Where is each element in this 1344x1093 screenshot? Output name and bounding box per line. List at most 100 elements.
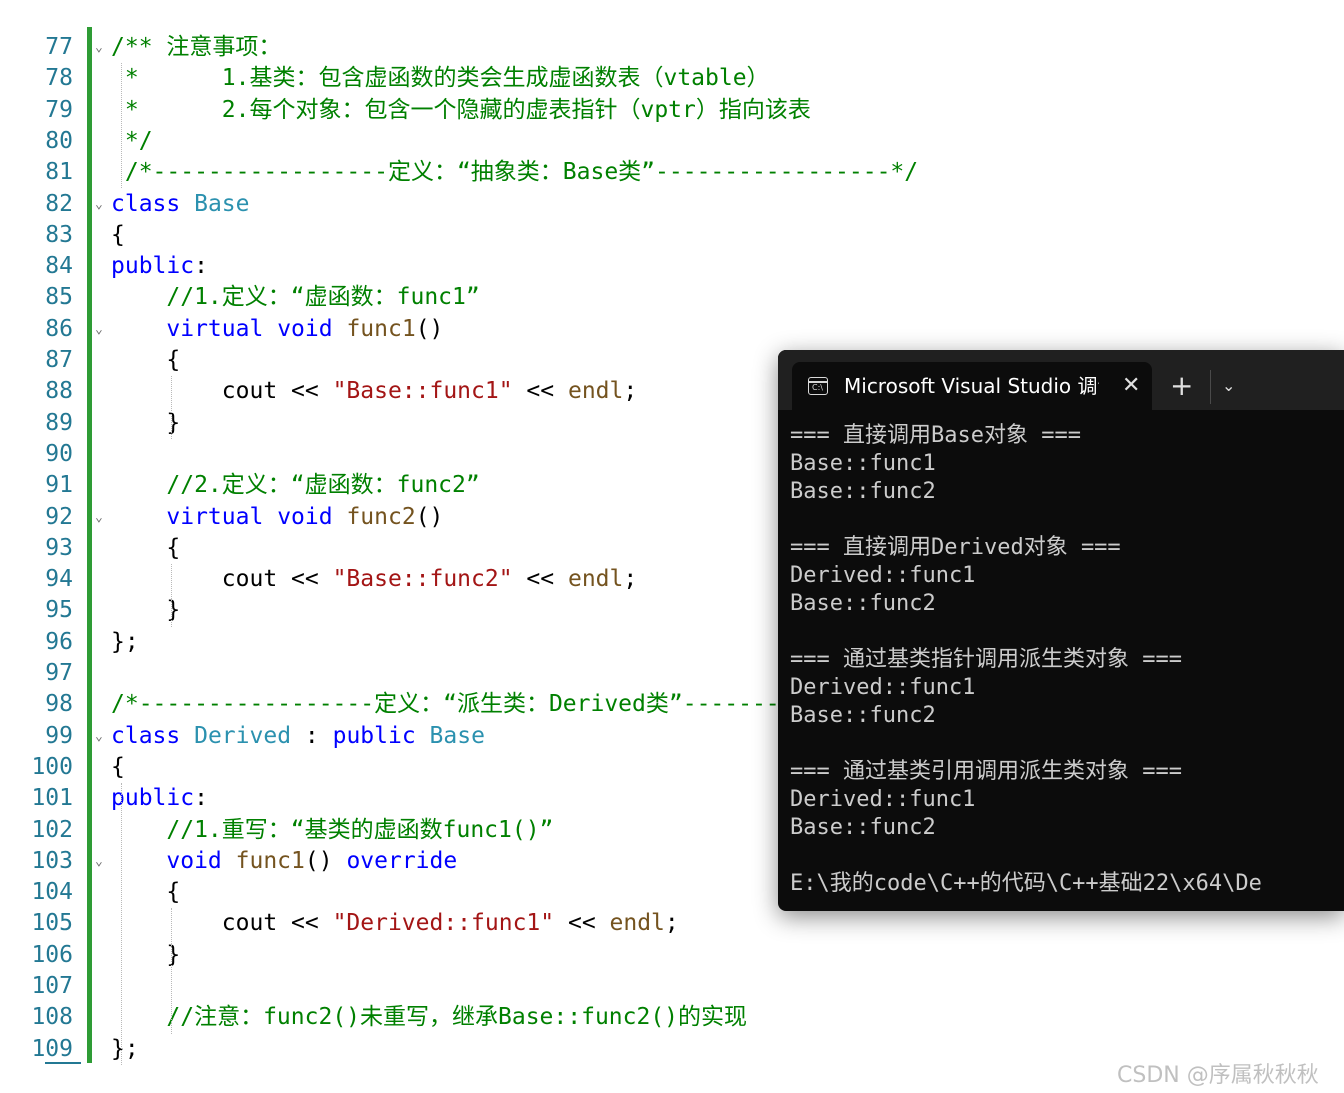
fold-chevron-icon[interactable]: ⌄ <box>95 721 103 752</box>
close-tab-icon[interactable]: ✕ <box>1122 372 1140 400</box>
code-text: { <box>111 533 180 564</box>
code-line[interactable]: 81 /*-----------------定义：“抽象类：Base类”----… <box>25 157 1319 188</box>
line-number: 107 <box>31 973 73 999</box>
tab-title: Microsoft Visual Studio 调试控制台 <box>844 374 1099 398</box>
terminal-output-line: Base::func2 <box>790 479 936 504</box>
code-token: //2.定义：“虚函数：func2” <box>111 472 480 499</box>
code-line[interactable]: 84 public: <box>25 251 1319 282</box>
new-tab-button[interactable]: + <box>1170 370 1193 402</box>
fold-chevron-icon[interactable]: ⌄ <box>95 189 103 220</box>
line-number: 83 <box>45 221 73 248</box>
code-text: */ <box>111 126 153 157</box>
code-text: /** 注意事项： <box>111 32 281 63</box>
line-number: 100 <box>31 753 73 780</box>
terminal-tab[interactable]: C:\ Microsoft Visual Studio 调试控制台 ✕ <box>792 362 1152 410</box>
code-line[interactable]: 83 { <box>25 220 1319 251</box>
code-line[interactable]: 85 //1.定义：“虚函数：func1” <box>25 282 1319 313</box>
code-text: class Derived : public Base <box>111 721 485 752</box>
line-number: 80 <box>45 127 73 154</box>
terminal-output-line: === 通过基类引用调用派生类对象 === <box>790 759 1182 784</box>
code-text: cout << "Derived::func1" << endl; <box>111 908 679 939</box>
code-token: override <box>346 847 458 874</box>
code-token: "Base::func2" <box>332 566 513 593</box>
code-text: public: <box>111 251 208 282</box>
code-line[interactable]: 77 ⌄ /** 注意事项： <box>25 32 1319 63</box>
debug-console-window[interactable]: C:\ Microsoft Visual Studio 调试控制台 ✕ + ⌄ … <box>778 350 1344 911</box>
code-token: Derived <box>194 722 292 749</box>
fold-chevron-icon[interactable]: ⌄ <box>95 502 103 533</box>
code-text: class Base <box>111 189 250 220</box>
terminal-output-line: Derived::func1 <box>790 787 976 812</box>
code-token: << <box>512 566 568 593</box>
code-text: { <box>111 752 125 783</box>
fold-chevron-icon[interactable]: ⌄ <box>95 32 103 63</box>
code-token: void <box>277 503 333 530</box>
code-text: cout << "Base::func1" << endl; <box>111 376 637 407</box>
code-line[interactable]: 108 //注意：func2()未重写，继承Base::func2()的实现 <box>25 1002 1319 1033</box>
code-token: public <box>332 722 416 749</box>
terminal-output-line: E:\我的code\C++的代码\C++基础22\x64\De <box>790 871 1262 896</box>
code-token: "Base::func1" <box>332 378 513 405</box>
code-line[interactable]: 105 cout << "Derived::func1" << endl; <box>25 908 1319 939</box>
code-line[interactable]: 106 } <box>25 940 1319 971</box>
terminal-output-line: Base::func2 <box>790 815 936 840</box>
code-token: class <box>111 190 181 217</box>
terminal-output-line: === 直接调用Base对象 === <box>790 423 1081 448</box>
indent-guide <box>121 783 122 1065</box>
code-token: /** 注意事项： <box>111 34 282 60</box>
line-number: 82 <box>45 190 73 217</box>
terminal-output-line: Base::func2 <box>790 591 936 616</box>
chevron-down-icon[interactable]: ⌄ <box>1222 372 1235 400</box>
line-number: 88 <box>45 378 73 405</box>
code-token: //1.重写：“基类的虚函数func1()” <box>111 816 554 843</box>
console-icon: C:\ <box>808 377 828 395</box>
line-number: 93 <box>45 534 73 561</box>
code-token: void <box>166 847 222 874</box>
code-token: : <box>194 253 208 280</box>
watermark: CSDN @序属秋秋秋 <box>1117 1063 1319 1088</box>
code-text: } <box>111 595 180 626</box>
line-number: 98 <box>45 691 73 718</box>
code-text: //注意：func2()未重写，继承Base::func2()的实现 <box>111 1002 747 1033</box>
line-number: 95 <box>45 597 73 624</box>
terminal-output[interactable]: === 直接调用Base对象 === Base::func1 Base::func2… <box>790 422 1344 898</box>
line-number: 101 <box>31 785 73 812</box>
line-number: 94 <box>45 566 73 593</box>
code-line[interactable]: 79 * 2.每个对象：包含一个隐藏的虚表指针（vptr）指向该表 <box>25 95 1319 126</box>
code-line[interactable]: 80 */ <box>25 126 1319 157</box>
code-token: virtual <box>166 315 264 342</box>
line-number: 78 <box>45 65 73 92</box>
code-text: public: <box>111 783 208 814</box>
fold-chevron-icon[interactable]: ⌄ <box>95 846 103 877</box>
code-text: { <box>111 345 180 376</box>
code-line[interactable]: 78 * 1.基类：包含虚函数的类会生成虚函数表（vtable） <box>25 63 1319 94</box>
code-line[interactable]: 82 ⌄ class Base <box>25 189 1319 220</box>
code-token: { <box>111 534 181 561</box>
code-token: endl <box>609 910 665 937</box>
terminal-titlebar[interactable]: C:\ Microsoft Visual Studio 调试控制台 ✕ + ⌄ <box>778 350 1344 410</box>
code-line[interactable]: 86 ⌄ virtual void func1() <box>25 314 1319 345</box>
code-line[interactable]: 107 <box>25 971 1319 1002</box>
fold-chevron-icon[interactable]: ⌄ <box>95 314 103 345</box>
code-token: */ <box>111 127 153 154</box>
line-number: 77 <box>45 34 73 60</box>
terminal-output-line: Derived::func1 <box>790 563 976 588</box>
code-text: }; <box>111 627 139 658</box>
line-number: 90 <box>45 440 73 467</box>
line-number: 91 <box>45 472 73 499</box>
code-token: virtual <box>166 503 264 530</box>
code-token: () <box>415 503 444 530</box>
code-token: //注意：func2()未重写，继承Base::func2()的实现 <box>111 1004 748 1031</box>
code-text: virtual void func2() <box>111 502 443 533</box>
indent-guide <box>171 908 172 1034</box>
code-token: cout << <box>111 378 333 405</box>
line-number: 97 <box>45 660 73 686</box>
code-token: { <box>111 221 125 248</box>
code-token: public <box>111 253 195 280</box>
